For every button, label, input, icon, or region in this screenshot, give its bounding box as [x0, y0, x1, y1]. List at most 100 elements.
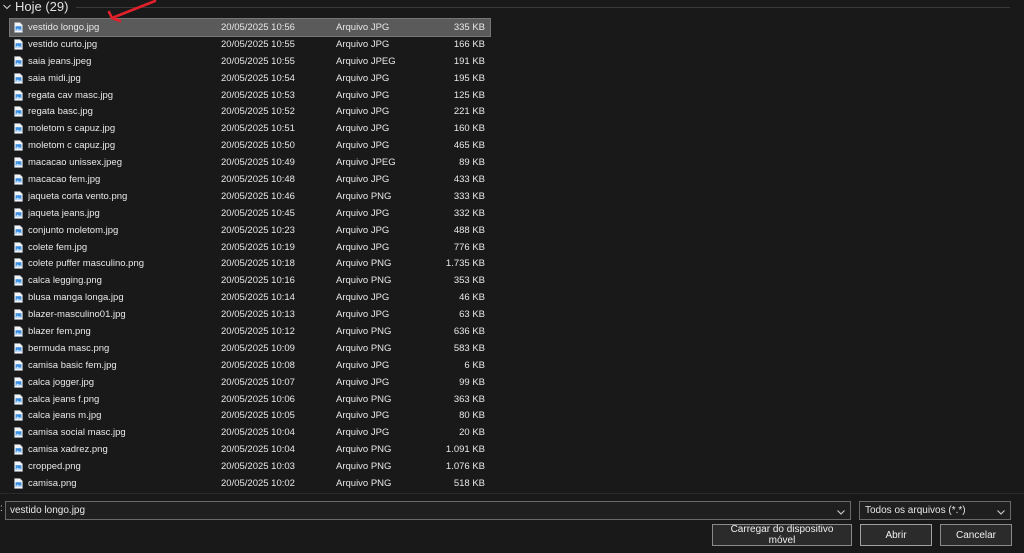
file-name: calca jogger.jpg	[28, 376, 95, 388]
file-name: vestido curto.jpg	[28, 38, 98, 50]
image-file-icon	[14, 444, 23, 456]
group-header[interactable]: Hoje (29)	[0, 0, 1010, 14]
file-date: 20/05/2025 10:16	[221, 275, 295, 287]
file-name: regata cav masc.jpg	[28, 89, 114, 101]
file-type: Arquivo JPG	[336, 106, 390, 118]
file-type: Arquivo JPEG	[336, 157, 396, 169]
file-date: 20/05/2025 10:12	[221, 325, 295, 337]
chevron-down-icon[interactable]	[2, 2, 12, 12]
open-button[interactable]: Abrir	[860, 524, 932, 546]
image-file-icon	[14, 55, 23, 67]
file-type: Arquivo JPG	[336, 38, 390, 50]
filename-input[interactable]: vestido longo.jpg	[5, 501, 851, 520]
file-type: Arquivo JPG	[336, 410, 390, 422]
image-file-icon	[14, 241, 23, 253]
file-row[interactable]: macacao unissex.jpeg 20/05/2025 10:49 Arqu…	[10, 154, 490, 171]
file-row[interactable]: macacao fem.jpg 20/05/2025 10:48 Arquivo J…	[10, 171, 490, 188]
image-file-icon	[14, 140, 23, 151]
chevron-down-icon[interactable]	[995, 505, 1007, 517]
file-name: camisa xadrez.png	[28, 444, 108, 456]
filetype-value[interactable]: Todos os arquivos (*.*)	[860, 505, 995, 516]
file-type: Arquivo JPG	[336, 89, 390, 101]
image-file-icon	[14, 224, 23, 236]
file-row[interactable]: colete puffer masculino.png 20/05/2025 10…	[10, 255, 490, 272]
file-date: 20/05/2025 10:49	[221, 157, 295, 169]
file-row[interactable]: calca jeans f.png 20/05/2025 10:06 Arquivo…	[10, 391, 490, 408]
file-size: 89 KB	[459, 157, 485, 169]
image-file-icon	[14, 207, 23, 219]
file-row[interactable]: saia jeans.jpeg 20/05/2025 10:55 Arquivo J…	[10, 53, 490, 70]
filename-value[interactable]: vestido longo.jpg	[6, 505, 835, 516]
file-type: Arquivo PNG	[336, 461, 392, 473]
file-date: 20/05/2025 10:04	[221, 444, 295, 456]
load-from-mobile-button[interactable]: Carregar do dispositivo móvel	[712, 524, 852, 546]
file-type: Arquivo PNG	[336, 258, 392, 270]
file-row[interactable]: camisa social masc.jpg 20/05/2025 10:04 Ar…	[10, 424, 490, 441]
file-size: 518 KB	[453, 477, 485, 489]
file-name: colete fem.jpg	[28, 241, 88, 253]
image-file-icon	[14, 292, 23, 303]
file-name: moletom c capuz.jpg	[28, 140, 116, 152]
file-row[interactable]: regata cav masc.jpg 20/05/2025 10:53 Arqui…	[10, 87, 490, 104]
file-row[interactable]: jaqueta jeans.jpg 20/05/2025 10:45 Arquivo…	[10, 205, 490, 222]
chevron-down-icon[interactable]	[835, 505, 847, 517]
image-file-icon	[14, 461, 23, 472]
image-file-icon	[14, 191, 23, 202]
file-row[interactable]: colete fem.jpg 20/05/2025 10:19 Arquivo JP…	[10, 239, 490, 256]
file-open-dialog: Hoje (29) vestido longo.jpg 20/05/2025 10…	[0, 0, 1024, 553]
file-row[interactable]: calca jogger.jpg 20/05/2025 10:07 Arquivo …	[10, 374, 490, 391]
file-date: 20/05/2025 10:03	[221, 461, 295, 473]
image-file-icon	[14, 410, 23, 422]
file-name: camisa.png	[28, 477, 77, 489]
file-type: Arquivo JPG	[336, 292, 390, 304]
file-row[interactable]: blazer-masculino01.jpg 20/05/2025 10:13 Ar…	[10, 306, 490, 323]
filetype-select[interactable]: Todos os arquivos (*.*)	[859, 501, 1011, 520]
file-name: cropped.png	[28, 461, 81, 473]
image-file-icon	[14, 275, 23, 287]
file-row[interactable]: cropped.png 20/05/2025 10:03 Arquivo PNG 1.…	[10, 458, 490, 475]
file-row[interactable]: moletom c capuz.jpg 20/05/2025 10:50 Arqui…	[10, 137, 490, 154]
file-row[interactable]: vestido curto.jpg 20/05/2025 10:55 Arquivo…	[10, 36, 490, 53]
file-type: Arquivo JPG	[336, 224, 390, 236]
file-name: jaqueta jeans.jpg	[28, 207, 100, 219]
file-row[interactable]: conjunto moletom.jpg 20/05/2025 10:23 Arqu…	[10, 222, 490, 239]
file-type: Arquivo PNG	[336, 325, 392, 337]
file-name: camisa social masc.jpg	[28, 427, 126, 439]
file-date: 20/05/2025 10:53	[221, 89, 295, 101]
file-date: 20/05/2025 10:52	[221, 106, 295, 118]
file-size: 221 KB	[453, 106, 485, 118]
file-type: Arquivo JPG	[336, 140, 390, 152]
file-row[interactable]: calca legging.png 20/05/2025 10:16 Arquivo…	[10, 272, 490, 289]
image-file-icon	[14, 309, 23, 320]
file-row[interactable]: blusa manga longa.jpg 20/05/2025 10:14 Arq…	[10, 289, 490, 306]
image-file-icon	[14, 89, 23, 101]
file-type: Arquivo JPG	[336, 359, 390, 371]
file-row[interactable]: calca jeans m.jpg 20/05/2025 10:05 Arquivo…	[10, 407, 490, 424]
file-size: 160 KB	[453, 123, 485, 135]
file-row[interactable]: blazer fem.png 20/05/2025 10:12 Arquivo PN…	[10, 323, 490, 340]
file-row[interactable]: bermuda masc.png 20/05/2025 10:09 Arquivo …	[10, 340, 490, 357]
file-row[interactable]: camisa.png 20/05/2025 10:02 Arquivo PNG 518…	[10, 475, 490, 492]
file-size: 99 KB	[459, 376, 485, 388]
cancel-button[interactable]: Cancelar	[940, 524, 1012, 546]
file-name: macacao fem.jpg	[28, 173, 101, 185]
file-row[interactable]: saia midi.jpg 20/05/2025 10:54 Arquivo JPG…	[10, 70, 490, 87]
image-file-icon	[14, 376, 23, 388]
file-row[interactable]: regata basc.jpg 20/05/2025 10:52 Arquivo J…	[10, 103, 490, 120]
image-file-icon	[14, 123, 23, 135]
image-file-icon	[14, 427, 23, 439]
file-row[interactable]: moletom s capuz.jpg 20/05/2025 10:51 Arqui…	[10, 120, 490, 137]
file-name: regata basc.jpg	[28, 106, 93, 118]
file-date: 20/05/2025 10:18	[221, 258, 295, 270]
image-file-icon	[14, 72, 23, 84]
file-type: Arquivo PNG	[336, 190, 392, 202]
file-row[interactable]: jaqueta corta vento.png 20/05/2025 10:46 A…	[10, 188, 490, 205]
filename-label: :	[0, 503, 3, 514]
file-row[interactable]: camisa xadrez.png 20/05/2025 10:04 Arquivo…	[10, 441, 490, 458]
file-row[interactable]: vestido longo.jpg 20/05/2025 10:56 Arquivo…	[9, 18, 491, 37]
file-row[interactable]: camisa basic fem.jpg 20/05/2025 10:08 Arqu…	[10, 357, 490, 374]
scrollbar[interactable]	[1014, 0, 1024, 490]
file-date: 20/05/2025 10:14	[221, 292, 295, 304]
file-type: Arquivo JPG	[336, 173, 390, 185]
file-type: Arquivo JPG	[336, 72, 390, 84]
